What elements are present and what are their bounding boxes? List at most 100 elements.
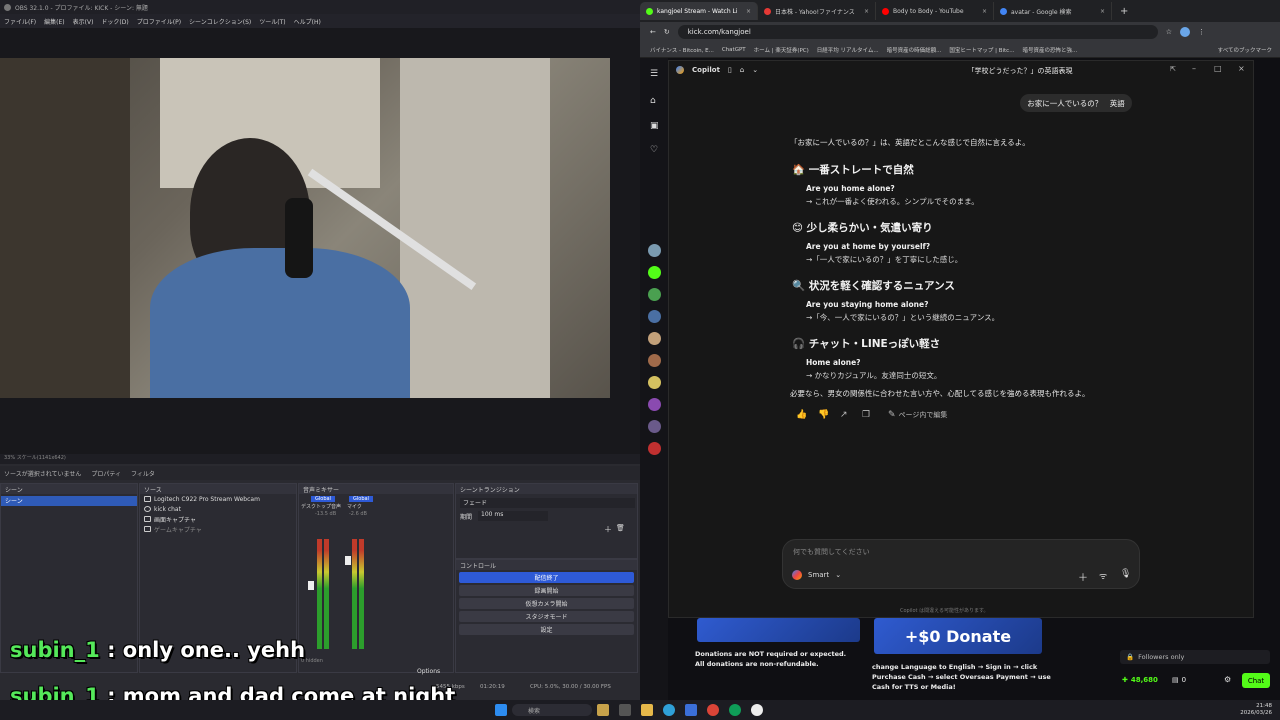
- reload-icon[interactable]: ↻: [664, 28, 670, 36]
- edge-icon[interactable]: [663, 704, 675, 716]
- avatar[interactable]: [648, 442, 661, 455]
- magnifier-icon: 🔍: [792, 280, 806, 292]
- share-icon[interactable]: ↗: [840, 410, 848, 420]
- source-item-screen-capture[interactable]: 画面キャプチャ: [140, 514, 296, 524]
- gear-icon[interactable]: ⚙: [1224, 675, 1231, 684]
- channel-points[interactable]: ✚ 48,680: [1122, 676, 1158, 684]
- edit-in-page-button[interactable]: ✎ ページ内で編集: [888, 410, 947, 420]
- add-icon[interactable]: ＋: [1078, 569, 1088, 584]
- copy-icon[interactable]: ❐: [862, 410, 870, 420]
- bookmark-rakuten[interactable]: ホーム | 楽天証券(PC): [754, 46, 809, 54]
- obs-icon[interactable]: [751, 704, 763, 716]
- following-icon[interactable]: ♡: [650, 146, 659, 155]
- menu-icon[interactable]: ⋮: [1198, 28, 1205, 36]
- properties-button[interactable]: プロパティ: [91, 469, 121, 478]
- avatar[interactable]: [648, 310, 661, 323]
- studio-mode-button[interactable]: スタジオモード: [459, 611, 634, 622]
- chat-send-button[interactable]: Chat: [1242, 673, 1270, 688]
- source-item-kick-chat[interactable]: kick chat: [140, 504, 296, 514]
- avatar[interactable]: [648, 354, 661, 367]
- menu-profile[interactable]: プロファイル(P): [137, 17, 181, 26]
- mic-volume-fader[interactable]: [345, 555, 351, 565]
- widgets-icon[interactable]: [597, 704, 609, 716]
- url-bar[interactable]: kick.com/kangjoel: [677, 25, 1158, 39]
- close-icon[interactable]: ×: [982, 8, 987, 15]
- bookmark-all[interactable]: すべてのブックマーク: [1218, 46, 1272, 54]
- hamburger-icon[interactable]: ☰: [650, 70, 659, 79]
- message-input[interactable]: 何でも質問してください: [793, 547, 1073, 557]
- tab-kick[interactable]: kangjoel Stream - Watch Li ×: [640, 2, 758, 20]
- close-icon[interactable]: ×: [746, 8, 751, 15]
- store-icon[interactable]: [685, 704, 697, 716]
- task-view-icon[interactable]: [619, 704, 631, 716]
- back-icon[interactable]: ←: [650, 28, 656, 36]
- home-icon[interactable]: ⌂: [740, 66, 744, 74]
- filters-button[interactable]: フィルタ: [131, 469, 155, 478]
- tab-google[interactable]: avatar - Google 検索 ×: [994, 2, 1112, 20]
- menu-edit[interactable]: 編集(E): [44, 17, 64, 26]
- home-icon[interactable]: ⌂: [650, 97, 659, 106]
- settings-button[interactable]: 設定: [459, 624, 634, 635]
- bookmark-chatgpt[interactable]: ChatGPT: [722, 47, 746, 53]
- profile-avatar[interactable]: [1180, 27, 1191, 37]
- clock[interactable]: 21:48 2026/03/26: [1240, 703, 1272, 717]
- chrome-profile-icon[interactable]: [729, 704, 741, 716]
- avatar[interactable]: [648, 332, 661, 345]
- menu-file[interactable]: ファイル(F): [4, 17, 36, 26]
- delete-transition-icon[interactable]: 🗑: [616, 524, 625, 532]
- options-button[interactable]: Options: [417, 668, 440, 675]
- maximize-icon[interactable]: □: [1214, 64, 1222, 73]
- bookmark-binance[interactable]: バイナンス - Bitcoin, E...: [650, 46, 714, 54]
- menu-scene-collection[interactable]: シーンコレクション(S): [189, 17, 251, 26]
- bookmark-crypto-cap[interactable]: 暗号資産の時価総額...: [887, 46, 942, 54]
- bookmark-fear-greed[interactable]: 暗号資産の恐怖と強...: [1022, 46, 1077, 54]
- chevron-down-icon[interactable]: ⌄: [752, 66, 758, 74]
- source-item-game-capture[interactable]: ゲームキャプチャ: [140, 524, 296, 534]
- transition-select[interactable]: フェード: [460, 498, 635, 508]
- avatar[interactable]: [648, 266, 661, 279]
- menu-docks[interactable]: ドック(D): [101, 17, 128, 26]
- minimize-icon[interactable]: –: [1192, 64, 1196, 73]
- thumbs-up-icon[interactable]: 👍: [796, 410, 807, 420]
- add-transition-button[interactable]: ＋: [604, 524, 612, 535]
- desktop-volume-fader[interactable]: [308, 580, 314, 590]
- star-icon[interactable]: ☆: [1166, 28, 1172, 36]
- menu-view[interactable]: 表示(V): [73, 17, 94, 26]
- avatar[interactable]: [648, 376, 661, 389]
- close-icon[interactable]: ×: [1100, 8, 1105, 15]
- scene-item[interactable]: シーン: [1, 496, 137, 506]
- avatar[interactable]: [648, 398, 661, 411]
- duration-input[interactable]: 100 ms: [478, 511, 548, 521]
- menu-help[interactable]: ヘルプ(H): [294, 17, 321, 26]
- source-item-webcam[interactable]: Logitech C922 Pro Stream Webcam: [140, 494, 296, 504]
- donate-banner[interactable]: +$0 Donate: [874, 618, 1042, 654]
- panel-banner-1[interactable]: [697, 618, 860, 642]
- bookmark-heatmap[interactable]: 国宝ヒートマップ | Bitc...: [949, 46, 1014, 54]
- browse-icon[interactable]: ▣: [650, 122, 659, 131]
- new-tab-button[interactable]: +: [1120, 6, 1128, 17]
- menu-tools[interactable]: ツール(T): [259, 17, 285, 26]
- stop-streaming-button[interactable]: 配信終了: [459, 572, 634, 583]
- tab-youtube[interactable]: Body to Body - YouTube ×: [876, 2, 994, 20]
- close-icon[interactable]: ×: [864, 8, 869, 15]
- avatar[interactable]: [648, 288, 661, 301]
- avatar[interactable]: [648, 244, 661, 257]
- close-icon[interactable]: ×: [1238, 64, 1245, 73]
- tab-yahoo[interactable]: 日本株 - Yahoo!ファイナンス ×: [758, 2, 876, 20]
- bookmark-nikkei[interactable]: 日経平均 リアルタイム...: [817, 46, 879, 54]
- start-recording-button[interactable]: 録画開始: [459, 585, 634, 596]
- thumbs-down-icon[interactable]: 👎: [818, 410, 829, 420]
- copilot-disclaimer: Copilot は間違える可能性があります。: [900, 608, 989, 614]
- microphone-icon[interactable]: 🎙: [1120, 569, 1131, 579]
- mode-selector[interactable]: Smart ⌄: [792, 570, 841, 580]
- sidebar-toggle-icon[interactable]: ▯: [728, 66, 732, 74]
- windows-start-icon[interactable]: [495, 704, 507, 716]
- virtual-camera-button[interactable]: 仮想カメラ開始: [459, 598, 634, 609]
- voice-mode-icon[interactable]: ᯤ: [1099, 569, 1107, 582]
- file-explorer-icon[interactable]: [641, 704, 653, 716]
- open-external-icon[interactable]: ⇱: [1170, 65, 1176, 73]
- avatar[interactable]: [648, 420, 661, 433]
- gift-count[interactable]: ▤ 0: [1172, 676, 1186, 684]
- taskbar-search[interactable]: 検索: [512, 704, 592, 716]
- chrome-icon[interactable]: [707, 704, 719, 716]
